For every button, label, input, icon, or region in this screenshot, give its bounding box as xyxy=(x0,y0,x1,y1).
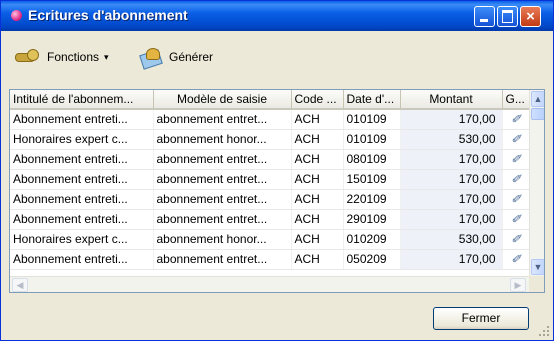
cell-code: ACH xyxy=(291,189,344,210)
table-body: Abonnement entreti... abonnement entret..… xyxy=(10,109,531,270)
close-icon: × xyxy=(526,8,535,25)
column-header-date[interactable]: Date d'... xyxy=(343,90,401,110)
cell-date: 150109 xyxy=(343,169,401,190)
resize-grip-icon[interactable] xyxy=(539,326,551,338)
table-row[interactable]: Abonnement entreti... abonnement entret..… xyxy=(10,189,531,210)
scroll-up-button[interactable]: ▲ xyxy=(531,91,544,107)
scroll-left-button[interactable]: ◀ xyxy=(12,278,28,292)
vertical-scroll-thumb[interactable] xyxy=(531,108,544,120)
minimize-button[interactable] xyxy=(474,6,495,27)
cell-intitule: Honoraires expert c... xyxy=(10,229,154,250)
cell-code: ACH xyxy=(291,229,344,250)
cell-intitule: Abonnement entreti... xyxy=(10,189,154,210)
cell-intitule: Abonnement entreti... xyxy=(10,209,154,230)
scroll-down-button[interactable]: ▼ xyxy=(531,259,544,275)
cell-modele: abonnement entret... xyxy=(153,209,292,230)
table-row[interactable]: Abonnement entreti... abonnement entret..… xyxy=(10,149,531,170)
column-header-montant[interactable]: Montant xyxy=(400,90,503,110)
cell-intitule: Honoraires expert c... xyxy=(10,129,154,150)
cell-intitule: Abonnement entreti... xyxy=(10,249,154,270)
cell-intitule: Abonnement entreti... xyxy=(10,169,154,190)
cell-date: 010109 xyxy=(343,109,401,130)
scroll-right-button[interactable]: ▶ xyxy=(510,278,526,292)
cell-montant: 530,00 xyxy=(400,129,503,150)
maximize-button[interactable] xyxy=(497,6,518,27)
cell-montant: 170,00 xyxy=(400,209,503,230)
column-header-modele[interactable]: Modèle de saisie xyxy=(153,90,292,110)
cell-code: ACH xyxy=(291,169,344,190)
table-row[interactable]: Abonnement entreti... abonnement entret..… xyxy=(10,209,531,230)
close-window-button[interactable]: × xyxy=(520,6,541,27)
table-row[interactable]: Abonnement entreti... abonnement entret..… xyxy=(10,169,531,190)
cell-montant: 530,00 xyxy=(400,229,503,250)
column-header-code[interactable]: Code ... xyxy=(291,90,344,110)
cell-montant: 170,00 xyxy=(400,109,503,130)
keys-icon xyxy=(13,47,41,67)
table-row[interactable]: Honoraires expert c... abonnement honor..… xyxy=(10,229,531,250)
scrollbar-corner xyxy=(529,276,544,292)
generer-label: Générer xyxy=(169,50,214,64)
cell-montant: 170,00 xyxy=(400,149,503,170)
cell-date: 220109 xyxy=(343,189,401,210)
column-header-g[interactable]: G... xyxy=(502,90,531,110)
entries-table: Intitulé de l'abonnem... Modèle de saisi… xyxy=(10,90,531,270)
cell-date: 010109 xyxy=(343,129,401,150)
table-row[interactable]: Abonnement entreti... abonnement entret..… xyxy=(10,109,531,130)
cell-code: ACH xyxy=(291,209,344,230)
cell-montant: 170,00 xyxy=(400,169,503,190)
generer-button[interactable]: Générer xyxy=(137,45,213,69)
column-header-intitule[interactable]: Intitulé de l'abonnem... xyxy=(10,90,154,110)
cell-modele: abonnement entret... xyxy=(153,169,292,190)
cell-code: ACH xyxy=(291,249,344,270)
edit-icon: ✐ xyxy=(502,209,531,230)
window-title: Ecritures d'abonnement xyxy=(28,7,188,23)
cell-code: ACH xyxy=(291,109,344,130)
cell-date: 050209 xyxy=(343,249,401,270)
chevron-down-icon: ▾ xyxy=(104,51,109,62)
edit-icon: ✐ xyxy=(502,189,531,210)
table-row[interactable]: Honoraires expert c... abonnement honor..… xyxy=(10,129,531,150)
generate-icon xyxy=(137,46,165,68)
cell-modele: abonnement entret... xyxy=(153,189,292,210)
app-icon xyxy=(11,10,22,21)
edit-icon: ✐ xyxy=(502,129,531,150)
cell-modele: abonnement honor... xyxy=(153,229,292,250)
cell-code: ACH xyxy=(291,149,344,170)
cell-date: 080109 xyxy=(343,149,401,170)
cell-montant: 170,00 xyxy=(400,249,503,270)
fonctions-menu-button[interactable]: Fonctions ▾ xyxy=(13,45,109,69)
edit-icon: ✐ xyxy=(502,149,531,170)
toolbar: Fonctions ▾ Générer xyxy=(1,31,553,85)
cell-modele: abonnement entret... xyxy=(153,149,292,170)
edit-icon: ✐ xyxy=(502,109,531,130)
cell-code: ACH xyxy=(291,129,344,150)
cell-date: 010209 xyxy=(343,229,401,250)
table-row[interactable]: Abonnement entreti... abonnement entret..… xyxy=(10,249,531,270)
cell-modele: abonnement entret... xyxy=(153,249,292,270)
cell-modele: abonnement honor... xyxy=(153,129,292,150)
fermer-button[interactable]: Fermer xyxy=(433,307,529,330)
fonctions-label: Fonctions xyxy=(47,50,100,64)
cell-intitule: Abonnement entreti... xyxy=(10,149,154,170)
vertical-scrollbar[interactable]: ▲ ▼ xyxy=(529,90,544,276)
cell-date: 290109 xyxy=(343,209,401,230)
cell-intitule: Abonnement entreti... xyxy=(10,109,154,130)
table-header-row: Intitulé de l'abonnem... Modèle de saisi… xyxy=(10,90,531,110)
edit-icon: ✐ xyxy=(502,229,531,250)
title-bar[interactable]: Ecritures d'abonnement × xyxy=(1,1,553,31)
cell-modele: abonnement entret... xyxy=(153,109,292,130)
edit-icon: ✐ xyxy=(502,169,531,190)
edit-icon: ✐ xyxy=(502,249,531,270)
subscription-entries-grid[interactable]: Intitulé de l'abonnem... Modèle de saisi… xyxy=(9,89,545,293)
subscription-entries-window: Ecritures d'abonnement × Fonctions ▾ Gén… xyxy=(0,0,554,341)
cell-montant: 170,00 xyxy=(400,189,503,210)
horizontal-scrollbar[interactable]: ◀ ▶ xyxy=(10,276,529,292)
